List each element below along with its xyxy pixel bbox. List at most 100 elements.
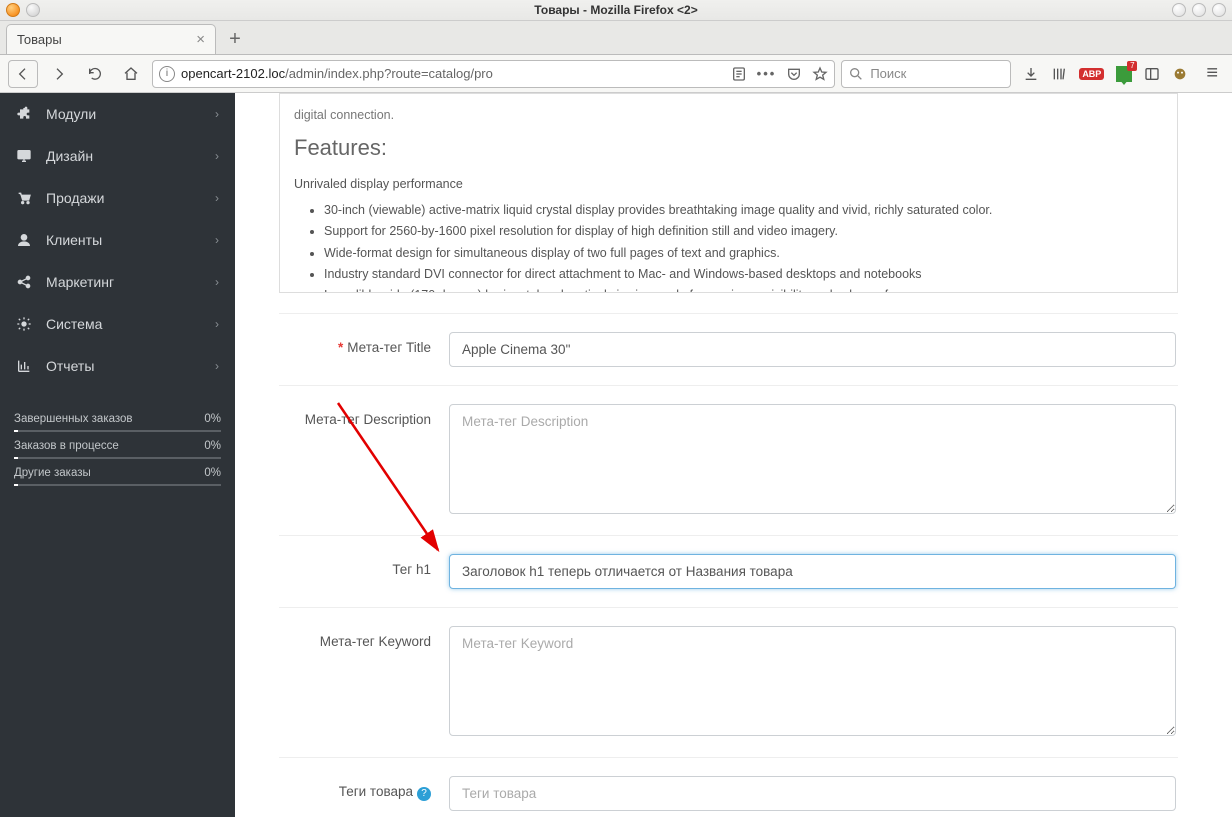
desktop-icon (16, 148, 32, 164)
library-icon[interactable] (1051, 66, 1067, 82)
pocket-icon[interactable] (786, 66, 802, 82)
page-actions-icon[interactable]: ••• (757, 66, 777, 81)
tab-strip: Товары × + (0, 21, 1232, 55)
sidebar-item-label: Клиенты (46, 232, 102, 248)
sidebar-item-label: Система (46, 316, 102, 332)
stat-label: Заказов в процессе (14, 440, 119, 452)
sidebar-item-label: Маркетинг (46, 274, 114, 290)
hamburger-menu-button[interactable]: ≡ (1200, 62, 1224, 85)
chevron-right-icon: › (215, 317, 219, 331)
browser-tab[interactable]: Товары × (6, 24, 216, 54)
textarea-meta-description[interactable] (449, 404, 1176, 514)
stat-processing-orders: Заказов в процессе 0% (14, 432, 221, 459)
input-tag-h1[interactable] (449, 554, 1176, 589)
bookmark-star-icon[interactable] (812, 66, 828, 82)
desc-bullet: Incredibly wide (170 degree) horizontal … (324, 286, 1163, 293)
window-menu-icon[interactable] (26, 3, 40, 17)
chevron-right-icon: › (215, 191, 219, 205)
stat-label: Другие заказы (14, 467, 91, 479)
search-placeholder: Поиск (870, 66, 906, 81)
chart-icon (16, 358, 32, 374)
back-button[interactable] (8, 60, 38, 88)
sidebar-item-label: Модули (46, 106, 96, 122)
chevron-right-icon: › (215, 107, 219, 121)
sidebar-item-modules[interactable]: Модули › (0, 93, 235, 135)
stat-value: 0% (204, 440, 221, 452)
row-meta-title: *Мета-тег Title (279, 313, 1178, 385)
reader-mode-icon[interactable] (731, 66, 747, 82)
sidebar-item-label: Продажи (46, 190, 104, 206)
download-flag-icon[interactable]: 7 (1116, 66, 1132, 82)
sidebar-item-clients[interactable]: Клиенты › (0, 219, 235, 261)
tab-label: Товары (17, 32, 62, 47)
url-text: opencart-2102.loc/admin/index.php?route=… (181, 66, 725, 81)
input-meta-title[interactable] (449, 332, 1176, 367)
desc-bullet: 30-inch (viewable) active-matrix liquid … (324, 201, 1163, 220)
label-meta-keyword: Мета-тег Keyword (320, 634, 431, 649)
window-titlebar: Товары - Mozilla Firefox <2> (0, 0, 1232, 21)
desc-bullet: Wide-format design for simultaneous disp… (324, 244, 1163, 263)
row-meta-keyword: Мета-тег Keyword (279, 607, 1178, 757)
sidebar-item-reports[interactable]: Отчеты › (0, 345, 235, 387)
sidebar-item-sales[interactable]: Продажи › (0, 177, 235, 219)
share-icon (16, 274, 32, 290)
sidebar-stats: Завершенных заказов 0% Заказов в процесс… (14, 405, 221, 486)
input-product-tags[interactable] (449, 776, 1176, 811)
sidebar-item-design[interactable]: Дизайн › (0, 135, 235, 177)
home-button[interactable] (116, 60, 146, 88)
desc-bullet: Industry standard DVI connector for dire… (324, 265, 1163, 284)
textarea-meta-keyword[interactable] (449, 626, 1176, 736)
new-tab-button[interactable]: + (220, 24, 250, 54)
stat-label: Завершенных заказов (14, 413, 133, 425)
stat-other-orders: Другие заказы 0% (14, 459, 221, 486)
form-panel: digital connection. Features: Unrivaled … (261, 93, 1196, 817)
minimize-button[interactable] (1172, 3, 1186, 17)
chevron-right-icon: › (215, 275, 219, 289)
nav-toolbar: i opencart-2102.loc/admin/index.php?rout… (0, 55, 1232, 93)
chevron-right-icon: › (215, 359, 219, 373)
abp-icon[interactable]: ABP (1079, 68, 1104, 80)
chevron-right-icon: › (215, 149, 219, 163)
description-editor[interactable]: digital connection. Features: Unrivaled … (279, 93, 1178, 293)
close-window-button[interactable] (1212, 3, 1226, 17)
search-box[interactable]: Поиск (841, 60, 1011, 88)
downloads-icon[interactable] (1023, 66, 1039, 82)
desc-pretext: digital connection. (294, 106, 1163, 125)
desc-heading: Features: (294, 131, 1163, 165)
sidebar-item-label: Отчеты (46, 358, 94, 374)
cart-icon (16, 190, 32, 206)
puzzle-icon (16, 106, 32, 122)
stat-completed-orders: Завершенных заказов 0% (14, 405, 221, 432)
help-icon[interactable]: ? (417, 787, 431, 801)
greasemonkey-icon[interactable] (1172, 66, 1188, 82)
url-bar[interactable]: i opencart-2102.loc/admin/index.php?rout… (152, 60, 835, 88)
chevron-right-icon: › (215, 233, 219, 247)
window-title: Товары - Mozilla Firefox <2> (534, 3, 697, 17)
desc-bullet-list: 30-inch (viewable) active-matrix liquid … (294, 201, 1163, 293)
content-area[interactable]: digital connection. Features: Unrivaled … (235, 93, 1232, 817)
row-meta-description: Мета-тег Description (279, 385, 1178, 535)
search-icon (848, 66, 864, 82)
admin-sidebar: Модули › Дизайн › Продажи › Клиенты › Ма… (0, 93, 235, 817)
label-product-tags: Теги товара (339, 784, 413, 799)
sidebar-item-system[interactable]: Система › (0, 303, 235, 345)
stat-value: 0% (204, 467, 221, 479)
forward-button[interactable] (44, 60, 74, 88)
gear-icon (16, 316, 32, 332)
sidebar-item-label: Дизайн (46, 148, 93, 164)
firefox-icon (6, 3, 20, 17)
site-info-icon[interactable]: i (159, 66, 175, 82)
label-meta-title: Мета-тег Title (347, 340, 431, 355)
sidebar-item-marketing[interactable]: Маркетинг › (0, 261, 235, 303)
reload-button[interactable] (80, 60, 110, 88)
desc-bullet: Support for 2560-by-1600 pixel resolutio… (324, 222, 1163, 241)
desc-subheading: Unrivaled display performance (294, 175, 1163, 194)
close-tab-button[interactable]: × (196, 31, 205, 48)
sidebar-toggle-icon[interactable] (1144, 66, 1160, 82)
maximize-button[interactable] (1192, 3, 1206, 17)
stat-value: 0% (204, 413, 221, 425)
label-tag-h1: Тег h1 (392, 562, 431, 577)
row-tag-h1: Тег h1 (279, 535, 1178, 607)
label-meta-description: Мета-тег Description (305, 412, 431, 427)
user-icon (16, 232, 32, 248)
